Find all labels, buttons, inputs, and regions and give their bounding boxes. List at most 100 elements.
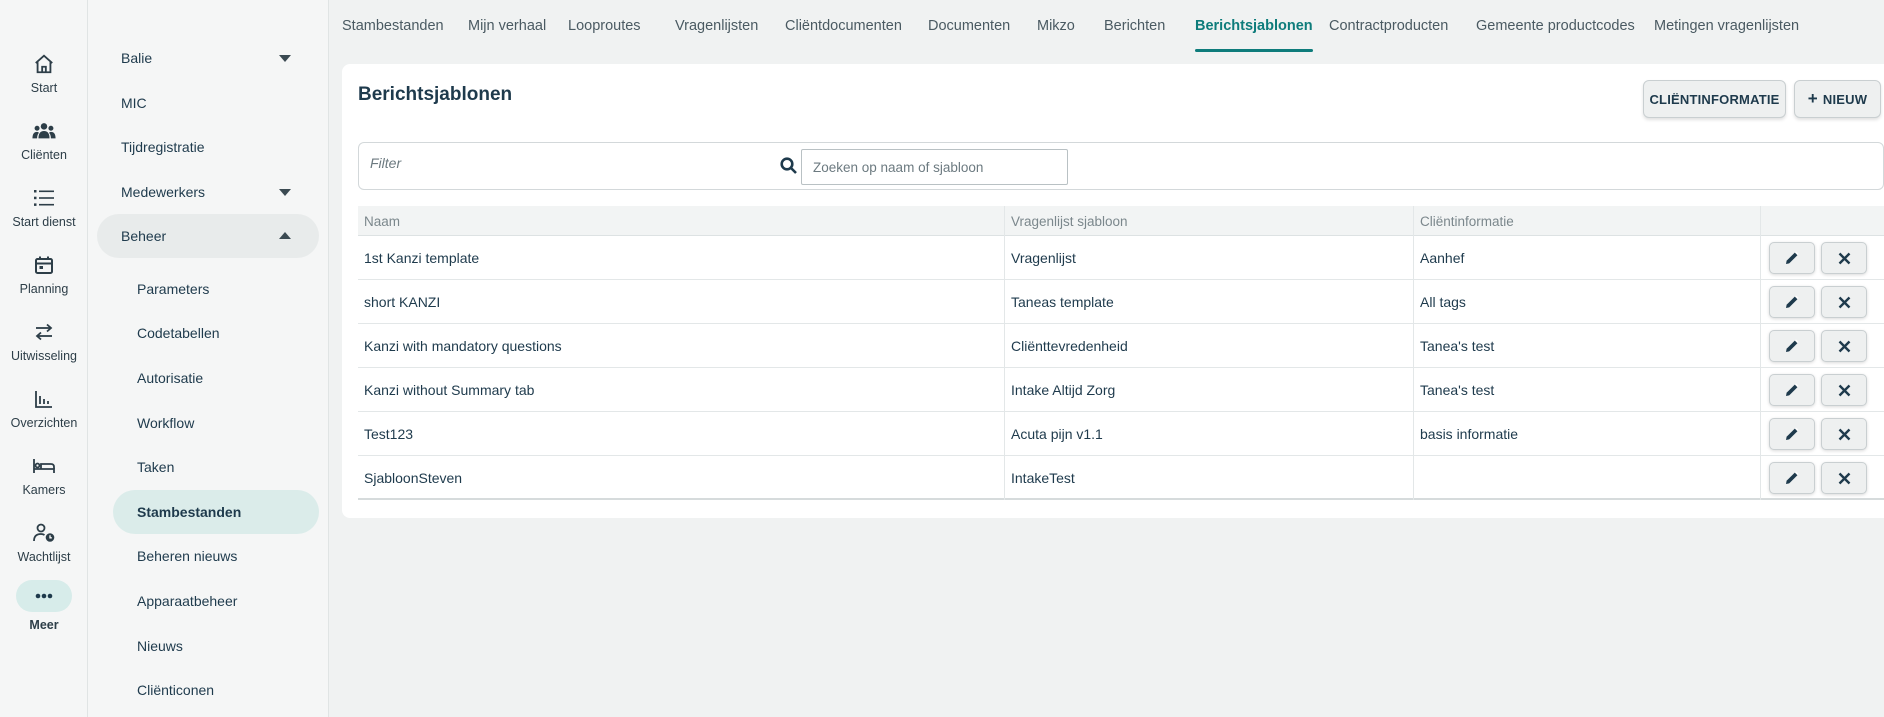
- delete-button[interactable]: [1821, 330, 1867, 362]
- rail-item-kamers[interactable]: Kamers: [0, 446, 88, 508]
- rail-label: Start dienst: [12, 215, 76, 229]
- rail-item-clienten[interactable]: Cliënten: [0, 111, 88, 173]
- rail-label: Uitwisseling: [11, 349, 77, 363]
- table-row[interactable]: 1st Kanzi template Vragenlijst Aanhef: [358, 236, 1884, 280]
- delete-button[interactable]: [1821, 286, 1867, 318]
- submenu-item-tijdregistratie[interactable]: Tijdregistratie: [97, 125, 319, 169]
- table-row[interactable]: Kanzi with mandatory questions Cliënttevr…: [358, 324, 1884, 368]
- rail-item-uitwisseling[interactable]: Uitwisseling: [0, 312, 88, 374]
- tab-berichtsjablonen[interactable]: Berichtsjablonen: [1195, 0, 1313, 52]
- pencil-icon: [1784, 338, 1800, 354]
- edit-button[interactable]: [1769, 374, 1815, 406]
- rail-label: Cliënten: [21, 148, 67, 162]
- column-header-vragenlijst-sjabloon[interactable]: Vragenlijst sjabloon: [1005, 206, 1414, 236]
- submenu-item-stambestanden[interactable]: Stambestanden: [113, 490, 319, 534]
- tab-clientdocumenten[interactable]: Cliëntdocumenten: [785, 0, 902, 52]
- submenu-item-clienticonen[interactable]: Cliënticonen: [113, 668, 319, 712]
- delete-button[interactable]: [1821, 418, 1867, 450]
- waitlist-icon: [32, 521, 56, 545]
- pencil-icon: [1784, 426, 1800, 442]
- search-input[interactable]: [801, 149, 1068, 185]
- delete-button[interactable]: [1821, 242, 1867, 274]
- table-row[interactable]: Test123 Acuta pijn v1.1 basis informatie: [358, 412, 1884, 456]
- delete-button[interactable]: [1821, 374, 1867, 406]
- rail-item-overzichten[interactable]: Overzichten: [0, 379, 88, 441]
- tab-metingen-vragenlijsten[interactable]: Metingen vragenlijsten: [1654, 0, 1799, 52]
- tab-berichten[interactable]: Berichten: [1104, 0, 1165, 52]
- caret-up-icon: [279, 232, 291, 239]
- clients-icon: [32, 119, 56, 143]
- pencil-icon: [1784, 382, 1800, 398]
- table-row[interactable]: SjabloonSteven IntakeTest: [358, 456, 1884, 500]
- submenu-item-beheer[interactable]: Beheer: [97, 214, 319, 258]
- plus-icon: +: [1807, 89, 1818, 108]
- submenu-item-mic[interactable]: MIC: [97, 81, 319, 125]
- pencil-icon: [1784, 250, 1800, 266]
- rail-label: Start: [30, 81, 58, 95]
- submenu-label: Cliënticonen: [137, 682, 215, 698]
- submenu-label: Tijdregistratie: [121, 139, 205, 155]
- rail-item-wachtlijst[interactable]: Wachtlijst: [0, 513, 88, 575]
- rail-item-meer[interactable]: Meer: [0, 576, 88, 638]
- rail-item-start-dienst[interactable]: Start dienst: [0, 178, 88, 240]
- close-icon: [1838, 428, 1851, 441]
- cell-clientinformatie: Tanea's test: [1414, 324, 1761, 368]
- table-row[interactable]: short KANZI Taneas template All tags: [358, 280, 1884, 324]
- table-row[interactable]: Kanzi without Summary tab Intake Altijd Z…: [358, 368, 1884, 412]
- cell-clientinformatie: Tanea's test: [1414, 368, 1761, 412]
- delete-button[interactable]: [1821, 462, 1867, 494]
- submenu-label: Nieuws: [137, 638, 183, 654]
- column-header-actions: [1761, 206, 1884, 236]
- rail-item-start[interactable]: Start: [0, 44, 88, 106]
- cell-vragenlijst-sjabloon: Intake Altijd Zorg: [1005, 368, 1414, 412]
- tab-bar: Stambestanden Mijn verhaal Looproutes Vr…: [330, 0, 1884, 52]
- close-icon: [1838, 340, 1851, 353]
- cell-naam: Test123: [358, 412, 1005, 456]
- close-icon: [1838, 472, 1851, 485]
- submenu: Balie MIC Tijdregistratie Medewerkers Be…: [88, 0, 329, 717]
- tab-gemeente-productcodes[interactable]: Gemeente productcodes: [1476, 0, 1635, 52]
- tab-looproutes[interactable]: Looproutes: [568, 0, 641, 52]
- tab-vragenlijsten[interactable]: Vragenlijsten: [675, 0, 758, 52]
- submenu-item-balie[interactable]: Balie: [97, 36, 319, 80]
- client-info-button[interactable]: CLIËNTINFORMATIE: [1643, 80, 1786, 118]
- exchange-icon: [32, 320, 56, 344]
- tab-documenten[interactable]: Documenten: [928, 0, 1010, 52]
- submenu-item-taken[interactable]: Taken: [113, 445, 319, 489]
- edit-button[interactable]: [1769, 462, 1815, 494]
- new-button[interactable]: + NIEUW: [1794, 80, 1881, 118]
- submenu-label: Beheer: [121, 228, 167, 244]
- rail-item-planning[interactable]: Planning: [0, 245, 88, 307]
- submenu-item-nieuws[interactable]: Nieuws: [113, 624, 319, 668]
- tab-mijn-verhaal[interactable]: Mijn verhaal: [468, 0, 546, 52]
- column-header-naam[interactable]: Naam: [358, 206, 1005, 236]
- submenu-label: Beheren nieuws: [137, 548, 238, 564]
- edit-button[interactable]: [1769, 286, 1815, 318]
- pencil-icon: [1784, 470, 1800, 486]
- tab-mikzo[interactable]: Mikzo: [1037, 0, 1075, 52]
- nav-rail: Start Cliënten Start dienst Planning Uit…: [0, 0, 88, 717]
- submenu-item-parameters[interactable]: Parameters: [113, 267, 319, 311]
- search-icon[interactable]: [779, 156, 799, 176]
- home-icon: [32, 52, 56, 76]
- filter-label: Filter: [370, 155, 402, 171]
- submenu-item-workflow[interactable]: Workflow: [113, 401, 319, 445]
- rail-label: Planning: [19, 282, 69, 296]
- edit-button[interactable]: [1769, 418, 1815, 450]
- edit-button[interactable]: [1769, 330, 1815, 362]
- submenu-item-medewerkers[interactable]: Medewerkers: [97, 170, 319, 214]
- tab-contractproducten[interactable]: Contractproducten: [1329, 0, 1448, 52]
- cell-naam: short KANZI: [358, 280, 1005, 324]
- submenu-item-apparaatbeheer[interactable]: Apparaatbeheer: [113, 579, 319, 623]
- cell-naam: Kanzi with mandatory questions: [358, 324, 1005, 368]
- edit-button[interactable]: [1769, 242, 1815, 274]
- submenu-label: Stambestanden: [137, 504, 242, 520]
- submenu-item-autorisatie[interactable]: Autorisatie: [113, 356, 319, 400]
- column-header-clientinformatie[interactable]: Cliëntinformatie: [1414, 206, 1761, 236]
- submenu-item-codetabellen[interactable]: Codetabellen: [113, 311, 319, 355]
- tab-stambestanden[interactable]: Stambestanden: [342, 0, 444, 52]
- cell-naam: 1st Kanzi template: [358, 236, 1005, 280]
- submenu-item-beheren-nieuws[interactable]: Beheren nieuws: [113, 534, 319, 578]
- cell-vragenlijst-sjabloon: Cliënttevredenheid: [1005, 324, 1414, 368]
- more-icon: [16, 580, 72, 612]
